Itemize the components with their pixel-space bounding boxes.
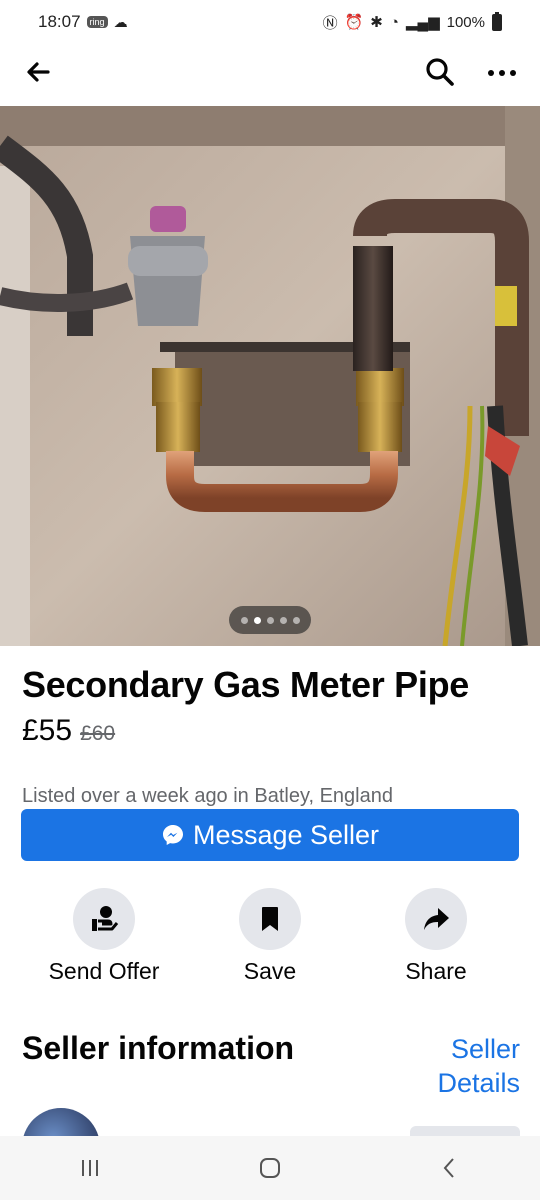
message-seller-label: Message Seller — [192, 819, 380, 850]
current-price: £55 — [22, 714, 73, 747]
search-button[interactable] — [424, 56, 456, 88]
home-icon — [260, 1158, 280, 1178]
photo-pager[interactable] — [229, 606, 311, 634]
save-button[interactable]: Save — [200, 888, 340, 985]
share-arrow-icon — [424, 908, 449, 930]
pager-dot — [266, 616, 274, 624]
back-button[interactable] — [22, 56, 54, 88]
offer-hand-icon — [92, 906, 119, 931]
status-time: 18:07 — [38, 12, 81, 31]
pager-dot — [279, 616, 287, 624]
listing-title: Secondary Gas Meter Pipe — [22, 664, 469, 705]
chevron-left-icon — [443, 1158, 454, 1178]
more-options-button[interactable] — [484, 56, 520, 88]
gas-pipe-image — [0, 106, 540, 646]
listing-photo[interactable] — [0, 106, 540, 646]
ring-app-icon: ring — [86, 16, 108, 28]
recent-apps-icon — [82, 1160, 98, 1176]
battery-icon — [492, 11, 502, 31]
signal-icon: ▂▄▆ — [405, 14, 440, 31]
pager-dot-active — [253, 616, 261, 624]
original-price: £60 — [80, 722, 116, 745]
battery-percent: 100% — [446, 13, 485, 31]
listed-info: Listed over a week ago in Batley, Englan… — [22, 785, 393, 807]
price-row: £55 £60 — [22, 714, 115, 748]
seller-details-link[interactable]: Seller Details — [400, 1032, 520, 1100]
share-circle[interactable] — [405, 888, 467, 950]
save-label: Save — [243, 958, 297, 984]
home-button[interactable] — [240, 1148, 300, 1188]
system-back-button[interactable] — [420, 1148, 480, 1188]
app-bar — [0, 44, 540, 104]
seller-information-heading: Seller information — [22, 1030, 295, 1066]
alarm-icon: ⏰ — [344, 14, 364, 31]
recent-apps-button[interactable] — [60, 1148, 120, 1188]
messenger-icon — [162, 825, 183, 845]
share-label: Share — [405, 958, 467, 984]
pager-dot — [292, 616, 300, 624]
pager-dot — [240, 616, 248, 624]
system-nav-bar — [0, 1136, 540, 1200]
search-icon — [426, 58, 454, 86]
cloud-icon: ☁ — [113, 13, 128, 30]
save-circle[interactable] — [239, 888, 301, 950]
send-offer-label: Send Offer — [48, 958, 160, 984]
wifi-icon: ◔ — [389, 13, 399, 31]
send-offer-button[interactable]: Send Offer — [34, 888, 174, 985]
bluetooth-icon: ✱ — [370, 14, 383, 31]
share-button[interactable]: Share — [366, 888, 506, 985]
bookmark-icon — [262, 907, 278, 931]
nfc-icon: Ⓝ — [322, 14, 338, 32]
message-seller-button[interactable]: Message Seller — [21, 809, 519, 861]
send-offer-circle[interactable] — [73, 888, 135, 950]
more-dots-icon — [488, 70, 516, 76]
back-arrow-icon — [27, 62, 50, 82]
status-bar: 18:07 ring ☁ Ⓝ ⏰ ✱ ◔ ▂▄▆ 100% — [0, 0, 540, 44]
